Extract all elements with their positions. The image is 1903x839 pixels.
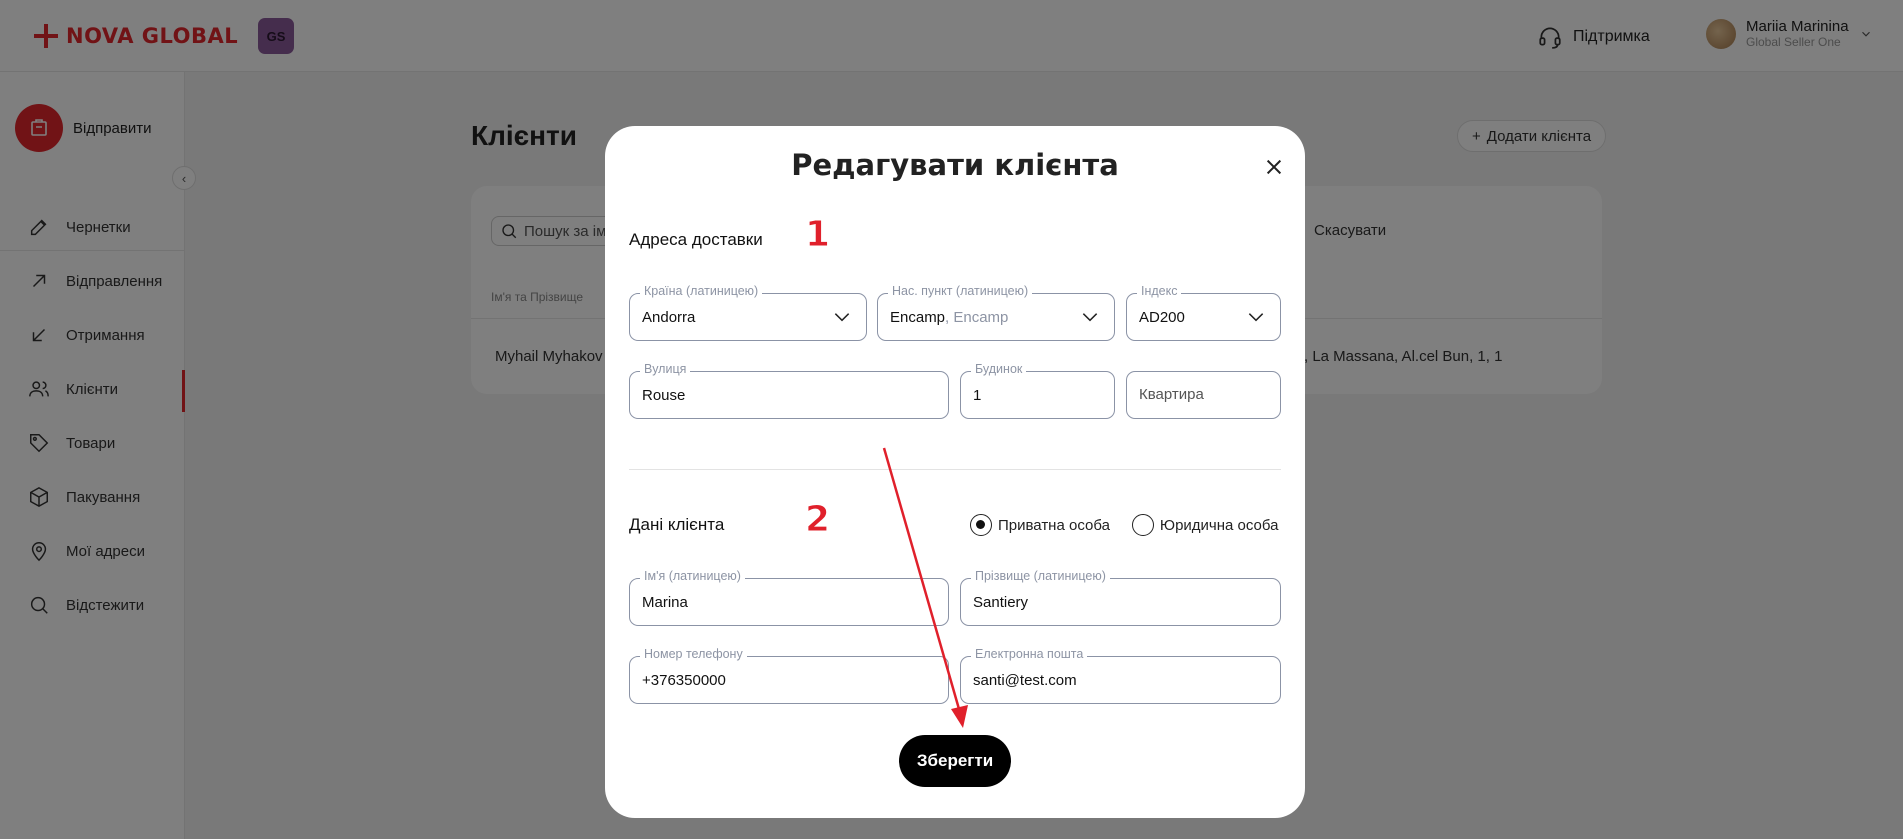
apartment-field[interactable]: Квартира: [1126, 371, 1281, 419]
index-value: AD200: [1139, 309, 1185, 326]
postal-index-select[interactable]: Індекс AD200: [1126, 284, 1281, 341]
street-value: Rouse: [642, 387, 686, 404]
city-value: Encamp, Encamp: [890, 309, 1008, 326]
street-field[interactable]: Вулиця Rouse: [629, 362, 949, 419]
email-label: Електронна пошта: [971, 647, 1088, 661]
apartment-placeholder: Квартира: [1139, 386, 1204, 403]
phone-label: Номер телефону: [640, 647, 747, 661]
section-divider: [629, 469, 1281, 470]
last-name-label: Прізвище (латиницею): [971, 569, 1110, 583]
chevron-down-icon: [1082, 313, 1098, 322]
radio-private-label: Приватна особа: [998, 516, 1110, 534]
house-label: Будинок: [971, 362, 1027, 376]
email-field[interactable]: Електронна пошта santi@test.com: [960, 647, 1281, 704]
first-name-value: Marina: [642, 594, 688, 611]
annotation-marker-2: 2: [804, 499, 831, 541]
modal-title: Редагувати клієнта: [791, 148, 1119, 182]
close-icon[interactable]: [1263, 156, 1285, 178]
client-type-radio-group: Приватна особа Юридична особа: [970, 514, 1278, 536]
city-select[interactable]: Нас. пункт (латиницею) Encamp, Encamp: [877, 284, 1115, 341]
street-label: Вулиця: [640, 362, 691, 376]
last-name-value: Santiery: [973, 594, 1029, 611]
email-value: santi@test.com: [973, 672, 1077, 689]
radio-checked-icon: [970, 514, 992, 536]
radio-unchecked-icon: [1131, 514, 1154, 536]
annotation-marker-1: 1: [804, 214, 831, 256]
first-name-field[interactable]: Ім'я (латиницею) Marina: [629, 569, 949, 626]
phone-field[interactable]: Номер телефону +376350000: [629, 647, 949, 704]
country-label: Країна (латиницею): [640, 284, 763, 298]
client-data-title: Дані клієнта: [629, 515, 725, 534]
edit-client-modal: Редагувати клієнта Адреса доставки 1 Кра…: [605, 126, 1305, 818]
chevron-down-icon: [834, 313, 850, 322]
city-label: Нас. пункт (латиницею): [888, 284, 1033, 298]
radio-private-person[interactable]: Приватна особа: [970, 514, 1110, 536]
radio-legal-label: Юридична особа: [1159, 516, 1279, 534]
house-field[interactable]: Будинок 1: [960, 362, 1115, 419]
country-value: Andorra: [642, 309, 696, 326]
country-select[interactable]: Країна (латиницею) Andorra: [629, 284, 867, 341]
chevron-down-icon: [1248, 313, 1264, 322]
save-button[interactable]: Зберегти: [899, 735, 1011, 787]
delivery-address-title: Адреса доставки: [629, 230, 763, 249]
last-name-field[interactable]: Прізвище (латиницею) Santiery: [960, 569, 1281, 626]
phone-value: +376350000: [642, 672, 726, 689]
index-label: Індекс: [1137, 284, 1182, 298]
city-value-main: Encamp: [890, 309, 946, 326]
radio-legal-entity[interactable]: Юридична особа: [1131, 514, 1279, 536]
first-name-label: Ім'я (латиницею): [640, 569, 745, 583]
city-value-hint: , Encamp: [945, 309, 1009, 326]
house-value: 1: [973, 387, 982, 404]
